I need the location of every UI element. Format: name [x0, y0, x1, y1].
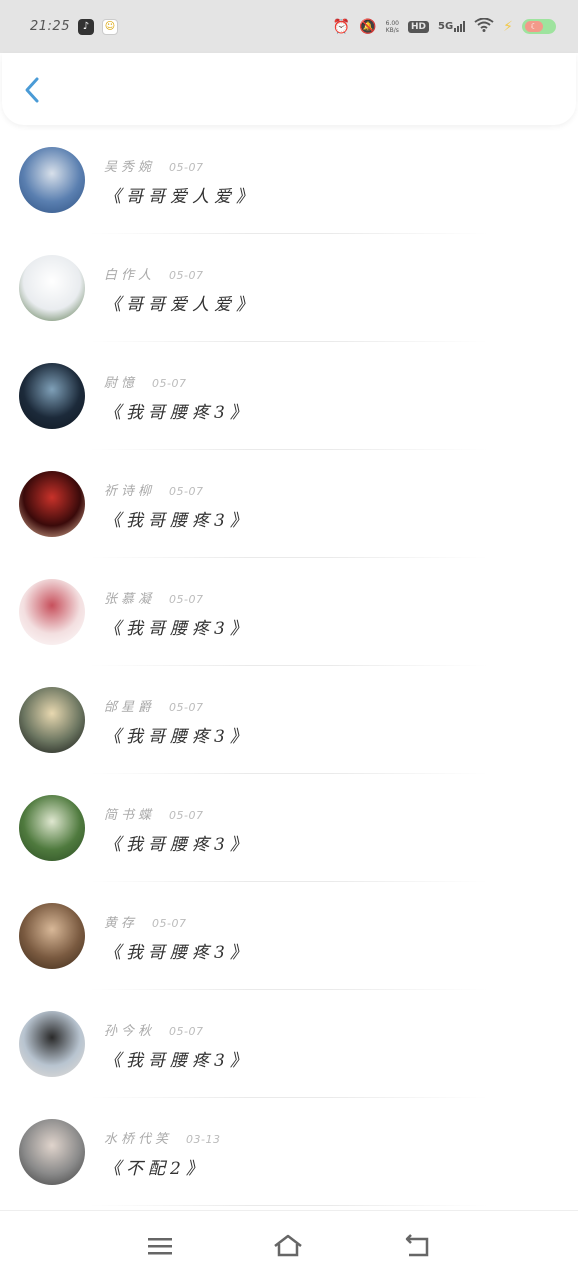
comment-date: 05-07 — [169, 485, 204, 498]
comment-date: 03-13 — [186, 1133, 221, 1146]
author-name: 黄存 05-07 — [104, 912, 186, 931]
author-name-text: 简书蝶 — [104, 808, 156, 823]
nav-home-button[interactable] — [272, 1231, 304, 1261]
avatar[interactable] — [19, 1119, 85, 1185]
comment-list: 吴秀婉 05-07 《哥哥爱人爱》 白作人 05-07 《哥哥爱人爱》 尉憶 05-07 《我哥… — [0, 126, 578, 1206]
list-item[interactable]: 邰星爵 05-07 《我哥腰疼3》 — [0, 666, 578, 774]
network-speed-value: 6.00 — [385, 19, 399, 27]
list-item[interactable]: 尉憶 05-07 《我哥腰疼3》 — [0, 342, 578, 450]
author-name: 张慕凝 05-07 — [104, 588, 203, 607]
author-name: 尉憶 05-07 — [104, 372, 186, 391]
system-nav-bar — [0, 1210, 578, 1280]
comment-date: 05-07 — [152, 917, 187, 930]
author-name: 孙今秋 05-07 — [104, 1020, 203, 1039]
list-item[interactable]: 张慕凝 05-07 《我哥腰疼3》 — [0, 558, 578, 666]
book-title[interactable]: 《我哥腰疼3》 — [104, 506, 252, 531]
author-name: 简书蝶 05-07 — [104, 804, 203, 823]
network-speed-unit: KB/s — [385, 26, 399, 34]
wifi-icon — [474, 17, 494, 36]
book-title[interactable]: 《我哥腰疼3》 — [104, 830, 252, 855]
book-title[interactable]: 《不配2》 — [104, 1154, 208, 1179]
list-item[interactable]: 吴秀婉 05-07 《哥哥爱人爱》 — [0, 126, 578, 234]
author-name: 邰星爵 05-07 — [104, 696, 203, 715]
book-title[interactable]: 《哥哥爱人爱》 — [104, 182, 258, 207]
signal-bars-icon — [454, 21, 466, 32]
author-name-text: 邰星爵 — [104, 700, 156, 715]
avatar[interactable] — [19, 687, 85, 753]
list-item[interactable]: 白作人 05-07 《哥哥爱人爱》 — [0, 234, 578, 342]
status-left: 21:25 ♪ ☺ — [30, 18, 118, 35]
book-title[interactable]: 《哥哥爱人爱》 — [104, 290, 258, 315]
comment-date: 05-07 — [169, 1025, 204, 1038]
network-speed: 6.00 KB/s — [386, 20, 399, 34]
list-item[interactable]: 祈诗柳 05-07 《我哥腰疼3》 — [0, 450, 578, 558]
signal-indicator: 5G — [437, 21, 466, 32]
battery-icon: ☾ — [522, 19, 556, 34]
author-name-text: 白作人 — [104, 268, 156, 283]
author-name-text: 吴秀婉 — [104, 160, 156, 175]
network-type-label: 5G — [437, 21, 454, 32]
avatar[interactable] — [19, 1011, 85, 1077]
status-time: 21:25 — [30, 19, 70, 34]
avatar[interactable] — [19, 147, 85, 213]
menu-icon — [148, 1238, 172, 1255]
comment-date: 05-07 — [169, 593, 204, 606]
status-right: ⏰ 🔕 6.00 KB/s HD 5G ⚡ ☾ — [332, 17, 556, 36]
avatar[interactable] — [19, 363, 85, 429]
app-header — [2, 53, 576, 125]
author-name: 白作人 05-07 — [104, 264, 203, 283]
comment-date: 05-07 — [169, 161, 204, 174]
status-bar: 21:25 ♪ ☺ ⏰ 🔕 6.00 KB/s HD 5G ⚡ ☾ — [0, 0, 578, 53]
author-name-text: 水桥代笑 — [104, 1132, 173, 1147]
book-title[interactable]: 《我哥腰疼3》 — [104, 614, 252, 639]
author-name: 祈诗柳 05-07 — [104, 480, 203, 499]
hd-badge: HD — [407, 20, 429, 33]
avatar[interactable] — [19, 471, 85, 537]
nav-back-button[interactable] — [401, 1231, 433, 1261]
comment-date: 05-07 — [169, 809, 204, 822]
list-item[interactable]: 孙今秋 05-07 《我哥腰疼3》 — [0, 990, 578, 1098]
charging-icon: ⚡ — [503, 18, 513, 35]
comment-date: 05-07 — [169, 701, 204, 714]
book-title[interactable]: 《我哥腰疼3》 — [104, 938, 252, 963]
nav-menu-button[interactable] — [144, 1231, 176, 1261]
book-title[interactable]: 《我哥腰疼3》 — [104, 722, 252, 747]
list-item[interactable]: 水桥代笑 03-13 《不配2》 — [0, 1098, 578, 1206]
author-name: 吴秀婉 05-07 — [104, 156, 203, 175]
author-name-text: 张慕凝 — [104, 592, 156, 607]
author-name-text: 祈诗柳 — [104, 484, 156, 499]
list-item[interactable]: 简书蝶 05-07 《我哥腰疼3》 — [0, 774, 578, 882]
avatar[interactable] — [19, 903, 85, 969]
battery-level-icon: ☾ — [525, 21, 543, 32]
tiktok-notification-icon: ♪ — [77, 18, 94, 35]
book-title[interactable]: 《我哥腰疼3》 — [104, 398, 252, 423]
divider — [90, 1205, 488, 1206]
qq-notification-icon: ☺ — [101, 18, 118, 35]
list-item[interactable]: 黄存 05-07 《我哥腰疼3》 — [0, 882, 578, 990]
comment-date: 05-07 — [152, 377, 187, 390]
back-icon — [405, 1234, 429, 1257]
book-title[interactable]: 《我哥腰疼3》 — [104, 1046, 252, 1071]
author-name-text: 尉憶 — [104, 376, 139, 391]
author-name-text: 孙今秋 — [104, 1024, 156, 1039]
chevron-left-icon — [25, 77, 39, 103]
back-button[interactable] — [18, 75, 46, 105]
avatar[interactable] — [19, 255, 85, 321]
mute-icon: 🔕 — [359, 18, 377, 35]
avatar[interactable] — [19, 795, 85, 861]
comment-date: 05-07 — [169, 269, 204, 282]
alarm-icon: ⏰ — [332, 18, 351, 35]
avatar[interactable] — [19, 579, 85, 645]
author-name: 水桥代笑 03-13 — [104, 1128, 220, 1147]
home-icon — [274, 1234, 302, 1257]
author-name-text: 黄存 — [104, 916, 139, 931]
